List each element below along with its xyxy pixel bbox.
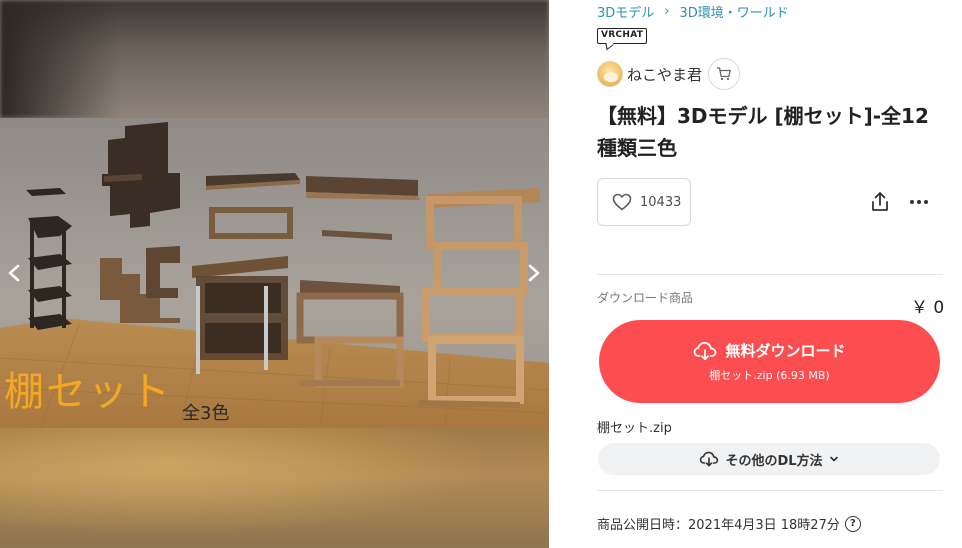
breadcrumb-item-3d-model[interactable]: 3Dモデル [597, 2, 654, 21]
shop-name[interactable]: ねこやま君 [627, 64, 702, 85]
divider [597, 490, 943, 491]
share-button[interactable] [868, 190, 892, 214]
product-panel: 3Dモデル › 3D環境・ワールド VRCHAT ねこやま君 【無料】3Dモデル… [549, 0, 962, 548]
overlay-subtitle: 全3色 [182, 403, 230, 424]
shop-cart-button[interactable] [708, 58, 741, 90]
carousel-prev-button[interactable] [2, 258, 26, 288]
blurred-background-top [0, 0, 549, 118]
file-name: 棚セット.zip [597, 421, 672, 436]
breadcrumb: 3Dモデル › 3D環境・ワールド [597, 2, 789, 21]
cloud-download-icon [700, 451, 719, 467]
share-icon [872, 192, 888, 211]
cloud-download-icon [694, 341, 717, 360]
blurred-background-bottom [0, 428, 549, 548]
like-count: 10433 [640, 194, 682, 210]
download-product-label: ダウンロード商品 [597, 291, 694, 305]
cart-icon [716, 67, 731, 81]
image-gallery: 棚セット 全3色 [0, 0, 549, 548]
more-dot-icon [917, 200, 921, 204]
overlay-title: 棚セット [4, 369, 172, 415]
divider [597, 274, 943, 275]
breadcrumb-item-3d-environment[interactable]: 3D環境・ワールド [680, 2, 789, 21]
free-download-button[interactable]: 無料ダウンロード 棚セット.zip (6.93 MB) [599, 320, 940, 403]
chevron-down-icon [829, 456, 838, 462]
more-dot-icon [910, 200, 914, 204]
other-download-methods-button[interactable]: その他のDL方法 [598, 443, 940, 475]
more-options-button[interactable] [907, 190, 931, 214]
other-download-methods-label: その他のDL方法 [725, 453, 823, 469]
download-file-size: 棚セット.zip (6.93 MB) [709, 369, 830, 382]
publish-date-text: 商品公開日時：2021年4月3日 18時27分 [597, 518, 840, 533]
chevron-right-icon [528, 264, 540, 282]
chevron-right-icon: › [664, 4, 670, 19]
publish-date: 商品公開日時：2021年4月3日 18時27分 ? [597, 514, 861, 533]
chevron-left-icon [8, 264, 20, 282]
vrchat-badge[interactable]: VRCHAT [597, 28, 648, 44]
shop-row: ねこやま君 [597, 58, 741, 90]
carousel-next-button[interactable] [522, 258, 546, 288]
help-icon[interactable]: ? [844, 515, 861, 532]
shop-avatar[interactable] [597, 61, 623, 87]
more-dot-icon [924, 200, 928, 204]
product-title: 【無料】3Dモデル [棚セット]-全12種類三色 [597, 104, 929, 160]
free-download-label: 無料ダウンロード [725, 342, 846, 360]
heart-icon [612, 193, 632, 211]
like-button[interactable]: 10433 [597, 178, 691, 226]
price: ￥ 0 [911, 298, 945, 318]
